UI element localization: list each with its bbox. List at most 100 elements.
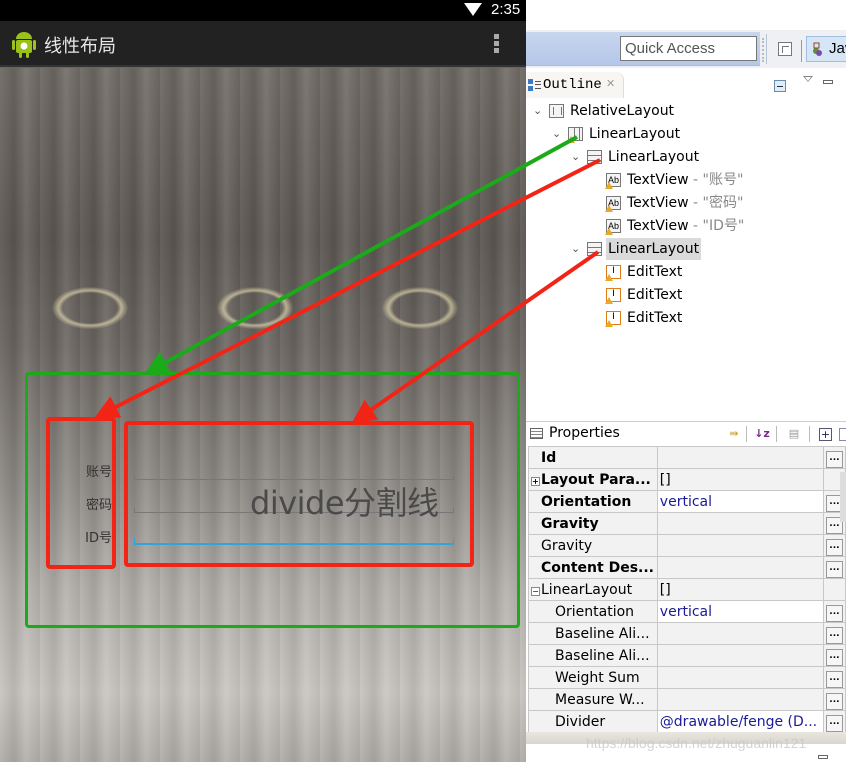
- outline-icon: [528, 79, 541, 91]
- property-value[interactable]: [656, 622, 824, 645]
- relative-layout-icon: [549, 104, 564, 118]
- property-row[interactable]: Divider @drawable/fenge (D......: [528, 710, 846, 733]
- property-value[interactable]: [656, 534, 824, 557]
- ellipsis-button[interactable]: ...: [825, 692, 843, 710]
- edittext-icon: I: [605, 265, 621, 281]
- toolbar-separator: [801, 40, 802, 62]
- property-row[interactable]: Measure W......: [528, 688, 846, 711]
- property-name: Baseline Ali...: [528, 622, 658, 645]
- property-row[interactable]: Id...: [528, 446, 846, 469]
- ellipsis-button[interactable]: ...: [825, 670, 843, 688]
- property-row[interactable]: Baseline Ali......: [528, 644, 846, 667]
- warning-icon: [605, 297, 613, 304]
- warning-icon: [605, 228, 613, 235]
- property-name: Divider: [528, 710, 658, 733]
- collapse-all-icon[interactable]: [774, 80, 786, 92]
- java-perspective-button[interactable]: Jav: [806, 36, 846, 62]
- android-icon: [12, 32, 36, 58]
- properties-scrollbar[interactable]: [840, 472, 846, 522]
- expand-all-icon[interactable]: +: [819, 428, 832, 441]
- property-value[interactable]: vertical: [656, 490, 824, 513]
- property-name: Gravity: [528, 534, 658, 557]
- chevron-down-icon[interactable]: ⌄: [571, 238, 583, 260]
- property-row[interactable]: Orientation vertical...: [528, 490, 846, 513]
- textview-icon: Ab: [605, 196, 621, 212]
- java-perspective-icon: [813, 42, 822, 56]
- property-name: Id: [528, 446, 658, 469]
- property-value[interactable]: @drawable/fenge (D...: [656, 710, 824, 733]
- property-row[interactable]: Baseline Ali......: [528, 622, 846, 645]
- chevron-down-icon[interactable]: ⌄: [571, 146, 583, 168]
- warning-icon: [605, 320, 613, 327]
- ellipsis-button[interactable]: ...: [825, 648, 843, 666]
- properties-title: Properties: [549, 425, 620, 441]
- property-value[interactable]: [656, 556, 824, 579]
- ellipsis-button[interactable]: ...: [825, 560, 843, 578]
- property-value[interactable]: [656, 512, 824, 535]
- property-name: Gravity: [528, 512, 658, 535]
- outline-view-header: Outline ✕: [526, 72, 846, 98]
- linear-layout-horizontal-icon: [567, 127, 583, 143]
- toolbar-separator: [766, 34, 768, 64]
- property-name: − LinearLayout: [528, 578, 658, 601]
- property-row[interactable]: − LinearLayout[]: [528, 578, 846, 601]
- warning-icon: [605, 182, 613, 189]
- show-advanced-icon[interactable]: ⇛: [726, 426, 742, 442]
- warning-icon: [605, 274, 613, 281]
- collapse-icon[interactable]: [839, 428, 846, 441]
- property-row[interactable]: Content Des......: [528, 556, 846, 579]
- chevron-down-icon[interactable]: ⌄: [533, 100, 545, 122]
- app-title: 线性布局: [44, 36, 116, 57]
- minimize-icon[interactable]: [818, 755, 828, 759]
- properties-icon: [530, 428, 543, 439]
- property-name: Measure W...: [528, 688, 658, 711]
- ellipsis-button[interactable]: ...: [825, 450, 843, 468]
- ide-toolbar: Jav: [526, 30, 846, 68]
- property-value[interactable]: [656, 644, 824, 667]
- property-value[interactable]: []: [656, 468, 824, 491]
- linear-layout-vertical-icon: [587, 150, 602, 164]
- status-time: 2:35: [491, 1, 521, 18]
- java-perspective-label: Jav: [829, 40, 846, 57]
- textview-icon: Ab: [605, 219, 621, 235]
- property-row[interactable]: + Layout Para...[]: [528, 468, 846, 491]
- property-name: Weight Sum: [528, 666, 658, 689]
- property-row[interactable]: Gravity...: [528, 512, 846, 535]
- property-value[interactable]: vertical: [656, 600, 824, 623]
- textview-icon: Ab: [605, 173, 621, 189]
- ellipsis-button[interactable]: ...: [825, 626, 843, 644]
- properties-view-header: Properties ⇛ ↓z ▤ +: [526, 421, 846, 445]
- property-value[interactable]: [656, 688, 824, 711]
- close-icon[interactable]: ✕: [606, 77, 615, 91]
- quick-access-input[interactable]: [620, 36, 757, 61]
- expand-icon[interactable]: +: [531, 476, 540, 486]
- property-value[interactable]: []: [656, 578, 824, 601]
- edittext-icon: I: [605, 311, 621, 327]
- property-row[interactable]: Orientation vertical...: [528, 600, 846, 623]
- ellipsis-button[interactable]: ...: [825, 714, 843, 732]
- restore-default-icon[interactable]: ▤: [786, 426, 802, 442]
- android-emulator-screen: 2:35 线性布局 账号 密码 ID号 divide分割线: [0, 0, 526, 762]
- property-value[interactable]: [656, 446, 824, 469]
- status-bar: 2:35: [0, 0, 526, 21]
- property-row[interactable]: Gravity...: [528, 534, 846, 557]
- overflow-menu-icon[interactable]: [494, 34, 500, 54]
- open-perspective-icon[interactable]: [778, 42, 792, 56]
- ellipsis-button[interactable]: ...: [825, 538, 843, 556]
- property-name: Content Des...: [528, 556, 658, 579]
- property-name: + Layout Para...: [528, 468, 658, 491]
- edittext-icon: I: [605, 288, 621, 304]
- ellipsis-button[interactable]: ...: [825, 604, 843, 622]
- toolbar-grip[interactable]: [762, 38, 764, 62]
- chevron-down-icon[interactable]: ⌄: [552, 123, 564, 145]
- property-row[interactable]: Weight Sum...: [528, 666, 846, 689]
- collapse-icon[interactable]: −: [531, 586, 540, 596]
- outline-tab-label: Outline: [543, 77, 602, 93]
- property-value[interactable]: [656, 666, 824, 689]
- tab-outline[interactable]: Outline ✕: [526, 72, 624, 98]
- minimize-icon[interactable]: [823, 80, 833, 84]
- properties-table: Id... + Layout Para...[] Orientation vertica…: [528, 446, 846, 733]
- sort-alphabetical-icon[interactable]: ↓z: [754, 426, 770, 442]
- eclipse-ide-panel: Jav Outline ✕ ⌄ RelativeLayout ⌄ LinearL…: [526, 0, 846, 762]
- view-menu-icon[interactable]: [803, 76, 813, 82]
